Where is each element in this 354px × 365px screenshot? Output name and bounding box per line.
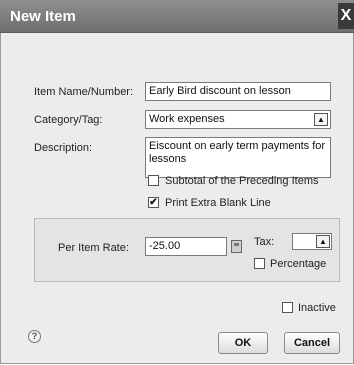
item-name-label: Item Name/Number: (34, 86, 134, 98)
category-dropdown-icon[interactable]: ▲ (314, 113, 328, 126)
ok-button[interactable]: OK (218, 332, 268, 354)
help-icon[interactable]: ? (28, 330, 41, 343)
description-label: Description: (34, 142, 93, 154)
close-icon[interactable]: X (338, 3, 354, 29)
print-blank-line-checkbox[interactable]: ✔ (148, 197, 159, 208)
description-textarea[interactable]: Eiscount on early term payments for less… (145, 137, 331, 178)
tax-label: Tax: (254, 236, 275, 248)
category-label: Category/Tag: (34, 114, 103, 126)
category-select[interactable]: Work expenses (145, 110, 331, 129)
category-value: Work expenses (149, 113, 225, 125)
window-title: New Item (10, 8, 76, 25)
print-blank-line-label: Print Extra Blank Line (165, 197, 271, 209)
calculator-icon[interactable] (231, 240, 242, 253)
tax-dropdown-icon[interactable]: ▲ (316, 235, 330, 248)
percentage-label: Percentage (270, 258, 327, 270)
title-bar: New Item X (0, 0, 354, 33)
per-item-rate-input[interactable]: -25.00 (145, 237, 227, 256)
item-name-input[interactable]: Early Bird discount on lesson (145, 82, 331, 101)
per-item-rate-label: Per Item Rate: (58, 242, 129, 254)
subtotal-checkbox[interactable] (148, 175, 159, 186)
subtotal-label: Subtotal of the Preceding Items (165, 175, 319, 187)
inactive-label: Inactive (298, 302, 336, 314)
percentage-checkbox[interactable] (254, 258, 265, 269)
cancel-button[interactable]: Cancel (284, 332, 340, 354)
inactive-checkbox[interactable] (282, 302, 293, 313)
